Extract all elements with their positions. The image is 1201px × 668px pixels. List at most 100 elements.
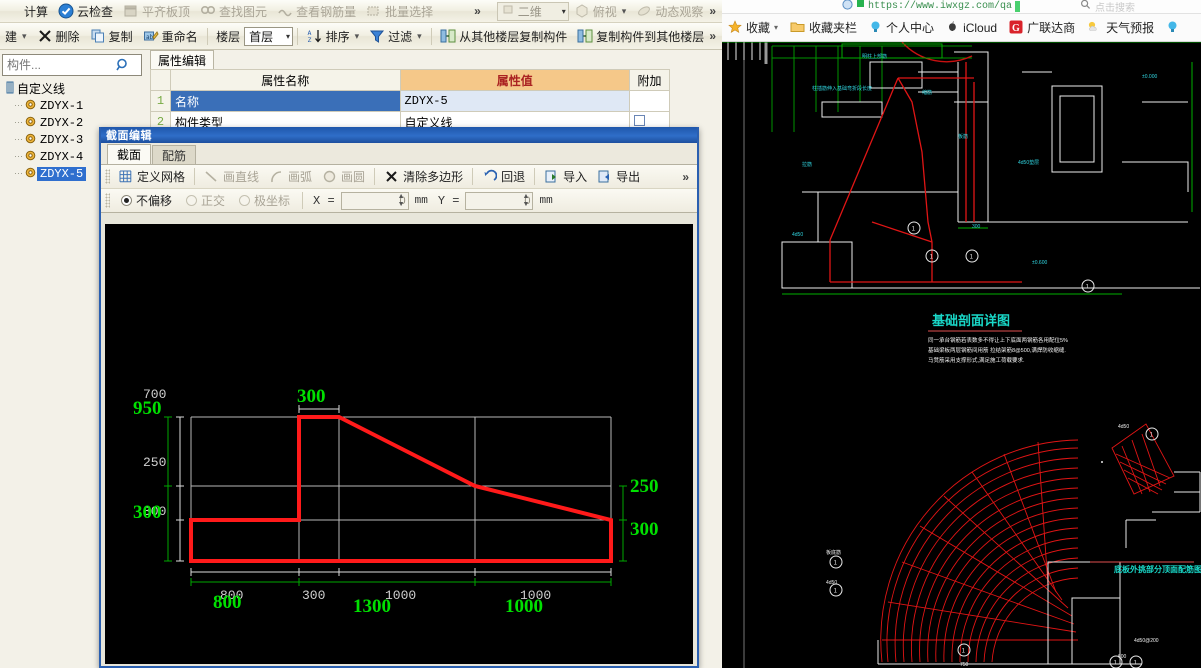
toolbar-second-overflow-chevron[interactable]: » <box>709 29 722 43</box>
section-drawing-canvas[interactable]: 700 250 300 800 300 1000 1000 950 300 30… <box>105 224 693 664</box>
tool-define-grid[interactable]: 定义网格 <box>113 167 190 187</box>
bookmark-overflow[interactable] <box>1160 20 1185 36</box>
tree-root-custom-line[interactable]: 自定义线 <box>0 80 146 97</box>
search-icon[interactable] <box>1080 0 1091 13</box>
search-box[interactable] <box>2 54 142 76</box>
svg-text:4d50: 4d50 <box>1118 424 1129 430</box>
toolbar-item-calc[interactable]: 计算 <box>0 1 53 21</box>
tool-draw-line[interactable]: 画直线 <box>199 167 264 187</box>
dialog-toolbar-overflow-chevron[interactable]: » <box>682 170 695 184</box>
svg-text:±0.000: ±0.000 <box>1142 74 1157 80</box>
bookmark-glodon-shop[interactable]: G 广联达商 <box>1003 19 1081 36</box>
tree-connector: ⋯ <box>14 151 23 161</box>
chevron-down-icon[interactable]: ▾ <box>774 23 778 32</box>
toolbar-overflow-chevron[interactable]: » <box>474 4 487 18</box>
tree-item-label: ZDYX-3 <box>40 132 84 147</box>
toolbar-overflow-chevron-right[interactable]: » <box>709 4 722 18</box>
bookmark-icloud[interactable]: iCloud <box>940 20 1003 36</box>
view-rebar-icon <box>277 3 293 19</box>
tab-property-edit[interactable]: 属性编辑 <box>150 50 215 69</box>
cad-svg: 明柱上部筋 柱插筋伸入基础弯折段长度 缩筋 板筋 4d50垫层 拉筋 300 ±… <box>722 42 1201 668</box>
search-input[interactable] <box>3 56 115 74</box>
tree-root-label: 自定义线 <box>17 82 66 96</box>
tree-item-label: ZDYX-1 <box>40 98 84 113</box>
tree-item-zdyx-1[interactable]: ⋯ ZDYX-1 <box>0 97 146 114</box>
radio-no-offset-label: 不偏移 <box>136 194 173 208</box>
toolbar-item-filter[interactable]: 过滤 ▾ <box>364 26 427 46</box>
bookmark-personal-center[interactable]: 个人中心 <box>863 19 940 36</box>
y-input[interactable]: 0 ▲ ▼ <box>465 191 534 210</box>
row-extra[interactable] <box>629 90 670 112</box>
dialog-tabstrip: 截面 配筋 <box>101 143 697 164</box>
row-property-name[interactable]: 名称 <box>170 90 401 112</box>
tool-export[interactable]: 导出 <box>592 167 645 187</box>
tab-rebar[interactable]: 配筋 <box>152 145 197 164</box>
toolbar-item-rename[interactable]: ab 重命名 <box>138 26 203 46</box>
svg-text:拉筋: 拉筋 <box>802 161 812 168</box>
toolbar-item-copy-from-floor[interactable]: 从其他楼层复制构件 <box>435 26 572 46</box>
radio-polar[interactable]: 极坐标 <box>233 192 296 209</box>
toolbar-row-second: 建 ▾ 删除 复制 ab 重命名 楼层 首层 ▾ A Z 排序 ▾ 过滤 ▾ 从… <box>0 23 722 50</box>
measured-dim-right-250: 250 <box>630 476 659 497</box>
browser-address-bar[interactable]: https://www.iwxgz.com/qa 点击搜索 <box>722 0 1201 14</box>
chevron-down-icon: ▾ <box>621 5 627 16</box>
bookmark-folder-bar[interactable]: 收藏夹栏 <box>784 19 863 36</box>
floor-combo[interactable]: 首层 ▾ <box>244 26 294 46</box>
browser-search-placeholder: 点击搜索 <box>1095 3 1136 14</box>
toolbar-item-batch-select-label: 批量选择 <box>385 4 434 19</box>
search-icon[interactable] <box>115 57 131 73</box>
view-mode-combo[interactable]: 二维 ▾ <box>496 1 569 21</box>
radio-no-offset[interactable]: 不偏移 <box>115 192 178 209</box>
tree-connector: ⋯ <box>14 134 23 144</box>
toolbar-item-view-rebar[interactable]: 查看钢筋量 <box>272 1 361 21</box>
toolbar-item-copy-to-floor[interactable]: 复制构件到其他楼层 <box>572 26 709 46</box>
toolbar-item-topview[interactable]: 俯视 ▾ <box>569 1 632 21</box>
toolbar-item-align-slab[interactable]: 平齐板顶 <box>118 1 195 21</box>
toolbar-item-find-element[interactable]: 查找图元 <box>195 1 272 21</box>
tool-undo[interactable]: 回退 <box>477 167 530 187</box>
row-property-value[interactable]: ZDYX-5 <box>399 90 630 112</box>
radio-polar-button[interactable] <box>239 195 251 206</box>
x-input[interactable]: 0 ▲ ▼ <box>340 191 409 210</box>
toolbar-item-copy-to-floor-label: 复制构件到其他楼层 <box>596 29 705 44</box>
dialog-toolbar-divider-2 <box>374 168 376 185</box>
svg-text:600: 600 <box>1118 654 1127 660</box>
toolbar-item-cloud-check[interactable]: 云检查 <box>53 1 118 21</box>
toolbar-item-delete[interactable]: 删除 <box>32 26 85 46</box>
y-spinner[interactable]: ▲ ▼ <box>522 193 531 208</box>
toolbar-grip[interactable] <box>105 169 110 184</box>
cad-drawing-viewport[interactable]: 明柱上部筋 柱插筋伸入基础弯折段长度 缩筋 板筋 4d50垫层 拉筋 300 ±… <box>722 42 1201 668</box>
toolbar-item-view-rebar-label: 查看钢筋量 <box>296 4 357 19</box>
table-header-row: 属性名称 属性值 附加 <box>150 69 670 91</box>
bookmark-favorites[interactable]: 收藏 ▾ <box>722 19 784 36</box>
tool-draw-arc[interactable]: 画弧 <box>264 167 317 187</box>
header-index <box>150 69 171 91</box>
toolbar-item-orbit[interactable]: 动态观察 <box>631 1 708 21</box>
toolbar-item-copy[interactable]: 复制 <box>85 26 138 46</box>
tree-item-label: ZDYX-2 <box>40 115 84 130</box>
gear-icon <box>24 166 37 182</box>
tool-draw-circle[interactable]: 画圆 <box>317 167 370 187</box>
radio-orthogonal-button[interactable] <box>186 195 198 206</box>
floor-label: 楼层 <box>216 29 241 44</box>
tree-connector: ⋯ <box>14 100 23 110</box>
toolbar-item-batch-select[interactable]: 批量选择 <box>361 1 438 21</box>
batch-select-icon <box>366 3 382 19</box>
toolbar-item-sort[interactable]: A Z 排序 ▾ <box>302 26 365 46</box>
radio-no-offset-button[interactable] <box>121 195 132 206</box>
header-extra: 附加 <box>629 69 670 91</box>
apple-icon <box>946 20 959 36</box>
x-spinner[interactable]: ▲ ▼ <box>398 193 407 208</box>
gear-icon <box>24 149 37 165</box>
tool-import[interactable]: 导入 <box>539 167 592 187</box>
radio-orthogonal[interactable]: 正交 <box>180 192 231 209</box>
circle-icon <box>322 169 338 185</box>
options-grip[interactable] <box>105 193 110 208</box>
tab-section[interactable]: 截面 <box>107 144 152 164</box>
tool-clear-polygon[interactable]: 清除多边形 <box>379 167 468 187</box>
dialog-titlebar[interactable]: 截面编辑 <box>101 127 697 143</box>
bulb-icon <box>1166 20 1179 36</box>
table-row[interactable]: 1 名称 ZDYX-5 <box>150 90 670 112</box>
bookmark-weather[interactable]: 天气预报 <box>1081 19 1160 36</box>
toolbar-item-new[interactable]: 建 ▾ <box>0 26 32 46</box>
